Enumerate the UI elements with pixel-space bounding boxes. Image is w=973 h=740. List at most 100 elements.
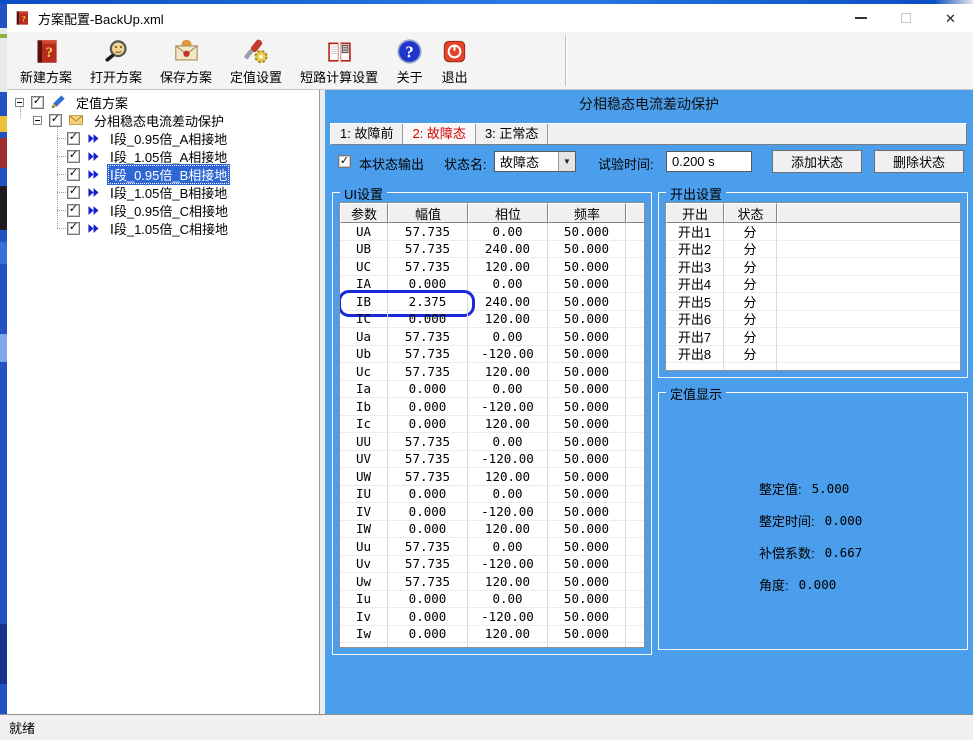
double-arrow-icon [86,168,101,181]
table-row[interactable]: Uw57.735120.0050.000 [340,573,644,591]
tree-root-checkbox[interactable] [31,96,44,109]
table-row[interactable]: Ub57.735-120.0050.000 [340,346,644,364]
tab-2[interactable]: 2: 故障态 [403,124,475,144]
table-row[interactable]: 开出4分 [666,276,960,294]
toolbar-button-label: 关于 [397,67,423,86]
collapse-toggle-icon[interactable] [33,116,42,125]
toolbar-button-open[interactable]: 打开方案 [81,35,151,87]
tree-item-checkbox[interactable] [67,150,80,163]
test-time-input[interactable]: 0.200 s [666,151,752,172]
table-row[interactable]: UA57.7350.0050.000 [340,223,644,241]
table-row[interactable]: UC57.735120.0050.000 [340,258,644,276]
collapse-toggle-icon[interactable] [15,98,24,107]
test-time-value: 0.200 s [672,154,715,169]
chevron-down-icon[interactable]: ▼ [558,152,575,171]
test-time-label: 试验时间: [598,154,654,173]
filler-cell [626,556,644,574]
value-cell: 50.000 [548,433,626,451]
table-row[interactable]: Ic0.000120.0050.000 [340,416,644,434]
toolbar-button-about[interactable]: ?关于 [387,35,432,87]
delete-state-button[interactable]: 删除状态 [874,150,964,173]
state-name-select[interactable]: 故障态 ▼ [494,151,576,172]
filler-cell [626,521,644,539]
table-row[interactable]: Ia0.0000.0050.000 [340,381,644,399]
value-cell: 50.000 [548,468,626,486]
close-button[interactable]: ✕ [928,4,973,32]
table-row[interactable]: IV0.000-120.0050.000 [340,503,644,521]
app-icon: ? [14,10,30,26]
value-cell: 0.00 [468,591,548,609]
row-name-cell: 开出4 [666,276,724,294]
value-cell: 0.000 [388,503,468,521]
row-name-cell: Uc [340,363,388,381]
row-name-cell: UB [340,241,388,259]
tree-item-5[interactable]: Ⅰ段_0.95倍_C相接地 [7,201,319,219]
toolbar-button-new[interactable]: ?新建方案 [11,35,81,87]
add-state-button[interactable]: 添加状态 [772,150,862,173]
value-cell: 120.00 [468,363,548,381]
state-name-value: 故障态 [495,152,558,171]
value-cell: 50.000 [548,398,626,416]
tree-root[interactable]: 定值方案 [7,93,319,111]
table-row[interactable]: 开出6分 [666,311,960,329]
table-row[interactable]: Ua57.7350.0050.000 [340,328,644,346]
table-row[interactable]: Uu57.7350.0050.000 [340,538,644,556]
output-state-checkbox[interactable] [338,155,351,168]
tree-item-4[interactable]: Ⅰ段_1.05倍_B相接地 [7,183,319,201]
value-cell: 0.00 [468,433,548,451]
table-row[interactable]: 开出2分 [666,241,960,259]
table-row[interactable]: UU57.7350.0050.000 [340,433,644,451]
value-cell: 50.000 [548,346,626,364]
table-row[interactable]: 开出7分 [666,328,960,346]
table-row[interactable]: IA0.0000.0050.000 [340,276,644,294]
table-row[interactable]: 开出5分 [666,293,960,311]
minimize-button[interactable] [838,4,883,32]
tree-item-checkbox[interactable] [67,204,80,217]
value-cell: 120.00 [468,521,548,539]
tree-item-3[interactable]: Ⅰ段_0.95倍_B相接地 [7,165,319,183]
tree-item-checkbox[interactable] [67,186,80,199]
row-name-cell: UW [340,468,388,486]
toolbar-separator [565,35,566,86]
pencil-icon [50,94,66,110]
tree-item-2[interactable]: Ⅰ段_1.05倍_A相接地 [7,147,319,165]
status-text: 就绪 [9,718,35,737]
filler-cell [626,451,644,469]
toolbar-button-shortcalc[interactable]: 短路计算设置 [291,35,387,87]
empty-cell [468,643,548,648]
table-row[interactable]: IB2.375240.0050.000 [340,293,644,311]
tree-item-checkbox[interactable] [67,222,80,235]
tree-item-checkbox[interactable] [67,132,80,145]
app-window: ? 方案配置-BackUp.xml ✕ ?新建方案打开方案保存方案定值设置短路计… [0,0,973,740]
table-row[interactable]: IU0.0000.0050.000 [340,486,644,504]
table-row[interactable]: Iv0.000-120.0050.000 [340,608,644,626]
table-row[interactable]: Uc57.735120.0050.000 [340,363,644,381]
table-row[interactable]: Iu0.0000.0050.000 [340,591,644,609]
tree-item-1[interactable]: Ⅰ段_0.95倍_A相接地 [7,129,319,147]
table-row[interactable]: UW57.735120.0050.000 [340,468,644,486]
value-cell: 0.00 [468,538,548,556]
toolbar-button-exit[interactable]: 退出 [432,35,477,87]
value-cell: 50.000 [548,503,626,521]
value-cell: 50.000 [548,241,626,259]
table-row[interactable]: UB57.735240.0050.000 [340,241,644,259]
tree-group-checkbox[interactable] [49,114,62,127]
table-row[interactable]: Uv57.735-120.0050.000 [340,556,644,574]
table-row[interactable]: UV57.735-120.0050.000 [340,451,644,469]
tab-3[interactable]: 3: 正常态 [476,124,548,144]
tree-item-checkbox[interactable] [67,168,80,181]
maximize-button[interactable] [883,4,928,32]
value-cell: 57.735 [388,538,468,556]
table-row[interactable]: IW0.000120.0050.000 [340,521,644,539]
tab-1[interactable]: 1: 故障前 [331,124,403,144]
table-row[interactable]: 开出8分 [666,346,960,364]
table-row[interactable]: Iw0.000120.0050.000 [340,626,644,644]
toolbar-button-setting[interactable]: 定值设置 [221,35,291,87]
toolbar-button-save[interactable]: 保存方案 [151,35,221,87]
table-row[interactable]: Ib0.000-120.0050.000 [340,398,644,416]
table-row[interactable]: 开出1分 [666,223,960,241]
tree-item-6[interactable]: Ⅰ段_1.05倍_C相接地 [7,219,319,237]
table-row[interactable]: IC0.000120.0050.000 [340,311,644,329]
table-row[interactable]: 开出3分 [666,258,960,276]
tree-group[interactable]: 分相稳态电流差动保护 [7,111,319,129]
